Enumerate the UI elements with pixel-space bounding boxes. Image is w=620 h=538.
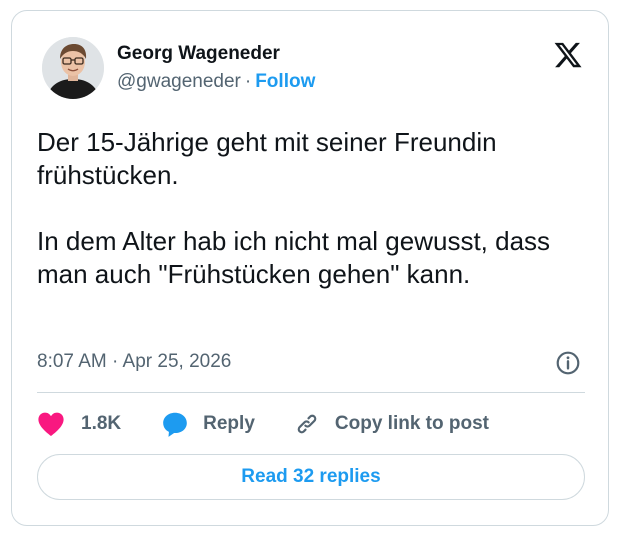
tweet-card: Georg Wageneder @gwageneder · Follow Der 1…: [11, 10, 609, 526]
handle-separator: ·: [244, 71, 252, 92]
tweet-text: Der 15-Jährige geht mit seiner Freundin …: [37, 127, 551, 289]
action-bar: 1.8K Reply Copy link to post: [37, 409, 489, 439]
speech-bubble-icon: [163, 412, 187, 437]
like-button[interactable]: 1.8K: [37, 411, 121, 437]
timestamp[interactable]: 8:07 AM · Apr 25, 2026: [37, 351, 231, 373]
info-icon[interactable]: [555, 350, 581, 376]
read-replies-button[interactable]: Read 32 replies: [37, 454, 585, 500]
reply-button[interactable]: Reply: [161, 411, 255, 438]
x-logo-icon[interactable]: [553, 40, 583, 70]
copy-link-label: Copy link to post: [334, 413, 489, 434]
author-handle-row: @gwageneder · Follow: [117, 71, 315, 93]
avatar[interactable]: [42, 37, 104, 99]
author-handle[interactable]: @gwageneder: [117, 71, 241, 92]
divider: [37, 392, 585, 393]
link-icon: [297, 414, 317, 434]
copy-link-button[interactable]: Copy link to post: [293, 410, 489, 438]
reply-label: Reply: [203, 413, 255, 434]
heart-icon: [38, 412, 64, 437]
like-count: 1.8K: [81, 413, 122, 434]
avatar-image: [42, 37, 104, 99]
read-replies-label: Read 32 replies: [241, 466, 381, 487]
follow-button[interactable]: Follow: [255, 71, 315, 92]
author-name[interactable]: Georg Wageneder: [117, 43, 280, 65]
